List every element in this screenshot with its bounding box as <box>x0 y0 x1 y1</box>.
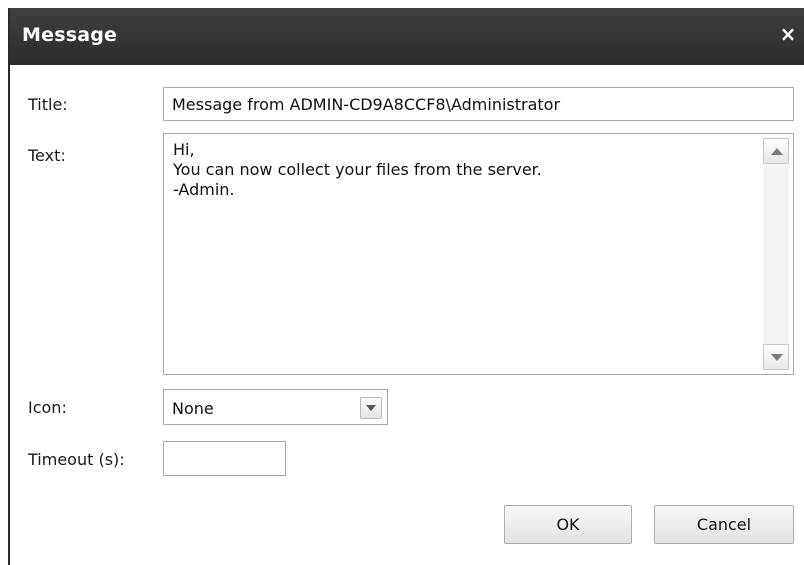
message-line: Hi, <box>173 140 195 159</box>
arrow-down-icon <box>771 354 783 361</box>
vertical-scrollbar[interactable] <box>763 138 789 370</box>
title-input[interactable] <box>163 87 794 121</box>
arrow-up-icon <box>771 148 783 155</box>
close-icon[interactable]: × <box>776 20 800 48</box>
message-text: Hi, You can now collect your files from … <box>173 140 759 200</box>
timeout-label: Timeout (s): <box>28 450 125 469</box>
dialog-titlebar[interactable]: Message × <box>10 8 804 65</box>
timeout-input[interactable] <box>163 441 286 476</box>
message-textarea[interactable]: Hi, You can now collect your files from … <box>163 133 794 375</box>
message-dialog: Message × Title: Text: Hi, You can now c… <box>8 8 804 565</box>
message-line: You can now collect your files from the … <box>173 160 542 179</box>
icon-select-value: None <box>172 399 214 418</box>
title-label: Title: <box>28 95 68 114</box>
ok-button[interactable]: OK <box>504 505 632 544</box>
chevron-down-icon <box>366 405 376 411</box>
icon-label: Icon: <box>28 398 67 417</box>
text-label: Text: <box>28 146 66 165</box>
cancel-button[interactable]: Cancel <box>654 505 794 544</box>
dropdown-button[interactable] <box>360 397 382 419</box>
icon-select[interactable]: None <box>163 389 388 425</box>
scroll-down-button[interactable] <box>763 344 789 370</box>
scroll-up-button[interactable] <box>763 138 789 164</box>
message-line: -Admin. <box>173 180 235 199</box>
dialog-title: Message <box>22 24 118 46</box>
